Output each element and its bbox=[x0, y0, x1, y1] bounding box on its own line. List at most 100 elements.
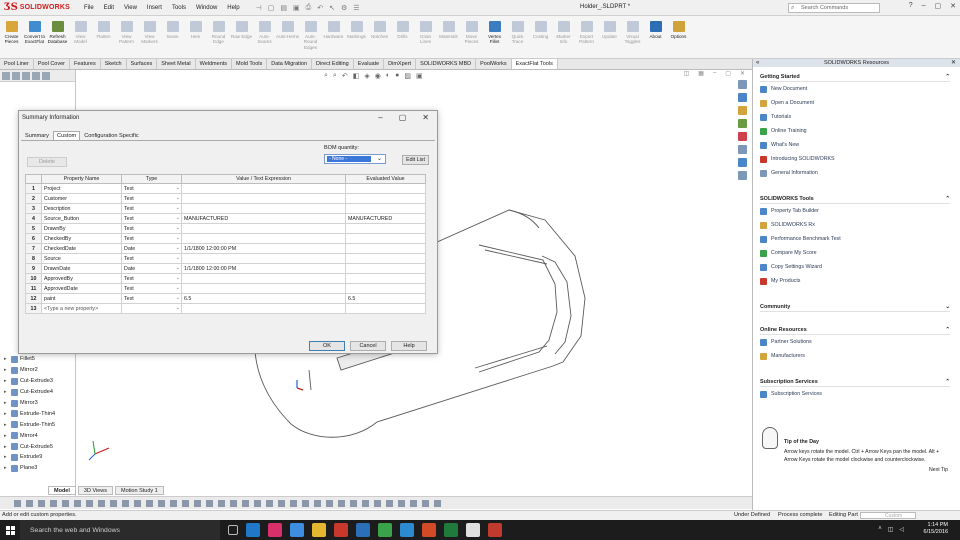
relations-icon[interactable] bbox=[170, 499, 177, 507]
restore-icon[interactable]: ▢ bbox=[935, 2, 942, 10]
tab-features[interactable]: Features bbox=[70, 59, 101, 69]
tab-evaluate[interactable]: Evaluate bbox=[354, 59, 385, 69]
smart-dimension-icon[interactable] bbox=[38, 499, 45, 507]
menu-help[interactable]: Help bbox=[227, 5, 239, 11]
expand-arrow-icon[interactable]: ▸ bbox=[4, 389, 11, 395]
value-cell[interactable] bbox=[181, 193, 346, 204]
chevron-down-icon[interactable]: ⌄ bbox=[176, 295, 180, 301]
trim-icon[interactable] bbox=[110, 499, 117, 507]
link-subscription-services[interactable]: Subscription Services bbox=[760, 387, 950, 401]
delete-button[interactable]: Delete bbox=[27, 157, 67, 167]
collapse-icon[interactable]: ⌃ bbox=[945, 327, 950, 333]
view-pattern-button[interactable]: View Pattern bbox=[115, 21, 138, 45]
shadows-icon[interactable] bbox=[350, 499, 357, 507]
feature-tree-item[interactable]: ▸ Extrude-Thin4 bbox=[4, 408, 55, 419]
circle-icon[interactable] bbox=[74, 499, 81, 507]
link-open-a-document[interactable]: Open a Document bbox=[760, 96, 950, 110]
chevron-down-icon[interactable]: ⌄ bbox=[176, 195, 180, 201]
feature-tree-item[interactable]: ▸ Extrude9 bbox=[4, 452, 55, 463]
value-cell[interactable] bbox=[181, 183, 346, 194]
expand-arrow-icon[interactable]: ▸ bbox=[4, 465, 11, 471]
snap-icon[interactable] bbox=[194, 499, 201, 507]
normal-to-icon[interactable] bbox=[266, 499, 273, 507]
open-icon[interactable]: ▤ bbox=[280, 4, 287, 12]
taskbar-search[interactable]: Search the web and Windows bbox=[20, 520, 220, 540]
dialog-close-icon[interactable]: ✕ bbox=[422, 113, 429, 122]
forum-tab-icon[interactable] bbox=[738, 158, 747, 167]
design-library-tab-icon[interactable] bbox=[738, 93, 747, 102]
type-cell[interactable]: Text ⌄ bbox=[121, 183, 182, 194]
tab-motion-study[interactable]: Motion Study 1 bbox=[115, 486, 164, 495]
row-number[interactable]: 7 bbox=[25, 243, 42, 254]
value-cell[interactable] bbox=[181, 233, 346, 244]
tab-poolworks[interactable]: PoolWorks bbox=[476, 59, 512, 69]
chevron-down-icon[interactable]: ⌄ bbox=[176, 245, 180, 251]
zoom-icon[interactable] bbox=[230, 499, 237, 507]
chevron-down-icon[interactable]: ⌄ bbox=[176, 205, 180, 211]
value-cell[interactable] bbox=[181, 223, 346, 234]
chevron-down-icon[interactable]: ⌄ bbox=[176, 255, 180, 261]
chevron-down-icon[interactable]: ⌄ bbox=[176, 265, 180, 271]
row-number[interactable]: 11 bbox=[25, 283, 42, 294]
row-number[interactable]: 1 bbox=[25, 183, 42, 194]
property-name-cell[interactable]: DrawnDate bbox=[41, 263, 122, 274]
link-solidworks-rx[interactable]: SOLIDWORKS Rx bbox=[760, 218, 950, 232]
view-icon[interactable] bbox=[218, 499, 225, 507]
link-what-s-new[interactable]: What's New bbox=[760, 138, 950, 152]
hem-button[interactable]: Hem bbox=[184, 21, 207, 39]
round-edge-button[interactable]: Round Edge bbox=[207, 21, 230, 45]
grain-lines-button[interactable]: Grain Lines bbox=[414, 21, 437, 45]
rotate-icon[interactable] bbox=[242, 499, 249, 507]
camera-icon[interactable] bbox=[386, 499, 393, 507]
ok-button[interactable]: OK bbox=[309, 341, 345, 351]
hardware-button[interactable]: Hardware bbox=[322, 21, 345, 39]
menu-view[interactable]: View bbox=[124, 5, 137, 11]
ambient-icon[interactable] bbox=[374, 499, 381, 507]
row-number[interactable]: 5 bbox=[25, 223, 42, 234]
cancel-button[interactable]: Cancel bbox=[350, 341, 386, 351]
link-new-document[interactable]: New Document bbox=[760, 82, 950, 96]
link-copy-settings-wizard[interactable]: Copy Settings Wizard bbox=[760, 260, 950, 274]
tab-sketch[interactable]: Sketch bbox=[101, 59, 127, 69]
row-number[interactable]: 10 bbox=[25, 273, 42, 284]
outlook-icon[interactable] bbox=[356, 523, 370, 537]
row-number[interactable]: 3 bbox=[25, 203, 42, 214]
type-cell[interactable]: Text ⌄ bbox=[121, 233, 182, 244]
costing-button[interactable]: Costing bbox=[529, 21, 552, 39]
dialog-maximize-icon[interactable]: ▢ bbox=[399, 113, 407, 122]
value-cell[interactable]: MANUFACTURED bbox=[181, 213, 346, 224]
quick-trace-button[interactable]: Quick Trace bbox=[506, 21, 529, 45]
property-name-cell[interactable]: Description bbox=[41, 203, 122, 214]
row-number[interactable]: 13 bbox=[25, 303, 42, 314]
start-button[interactable] bbox=[0, 520, 20, 540]
undo-icon[interactable]: ↶ bbox=[317, 4, 323, 12]
lights-icon[interactable] bbox=[398, 499, 405, 507]
menu-insert[interactable]: Insert bbox=[147, 5, 162, 11]
auto-seams-button[interactable]: Auto-Seams bbox=[253, 21, 276, 45]
feature-tree-item[interactable]: ▸ Extrude-Thin5 bbox=[4, 419, 55, 430]
save-icon[interactable]: ▣ bbox=[293, 4, 300, 12]
config-manager-tab-icon[interactable] bbox=[22, 72, 30, 80]
property-name-cell[interactable]: CheckedDate bbox=[41, 243, 122, 254]
hidden-lines-icon[interactable] bbox=[314, 499, 321, 507]
property-name-cell[interactable]: paint bbox=[41, 293, 122, 304]
subscription-title[interactable]: Subscription Services ⌃ bbox=[760, 377, 950, 387]
marker-info-button[interactable]: Marker Info bbox=[552, 21, 575, 45]
expand-arrow-icon[interactable]: ▸ bbox=[4, 378, 11, 384]
select-icon[interactable]: ↖ bbox=[329, 4, 335, 12]
type-cell[interactable]: ⌄ bbox=[121, 303, 182, 314]
raw-edge-button[interactable]: Raw Edge bbox=[230, 21, 253, 39]
type-cell[interactable]: Date ⌄ bbox=[121, 243, 182, 254]
view-model-button[interactable]: View Model bbox=[69, 21, 92, 45]
value-cell[interactable]: 6.5 bbox=[181, 293, 346, 304]
link-my-products[interactable]: My Products bbox=[760, 274, 950, 288]
link-tutorials[interactable]: Tutorials bbox=[760, 110, 950, 124]
property-name-cell[interactable]: CheckedBy bbox=[41, 233, 122, 244]
menu-edit[interactable]: Edit bbox=[104, 5, 114, 11]
app-icon-1[interactable] bbox=[246, 523, 260, 537]
getting-started-title[interactable]: Getting Started ⌃ bbox=[760, 72, 950, 82]
row-number[interactable]: 9 bbox=[25, 263, 42, 274]
create-pieces-button[interactable]: Create Pieces bbox=[0, 21, 23, 45]
pin-pane-icon[interactable]: ✕ bbox=[951, 59, 956, 67]
dimxpert-tab-icon[interactable] bbox=[32, 72, 40, 80]
